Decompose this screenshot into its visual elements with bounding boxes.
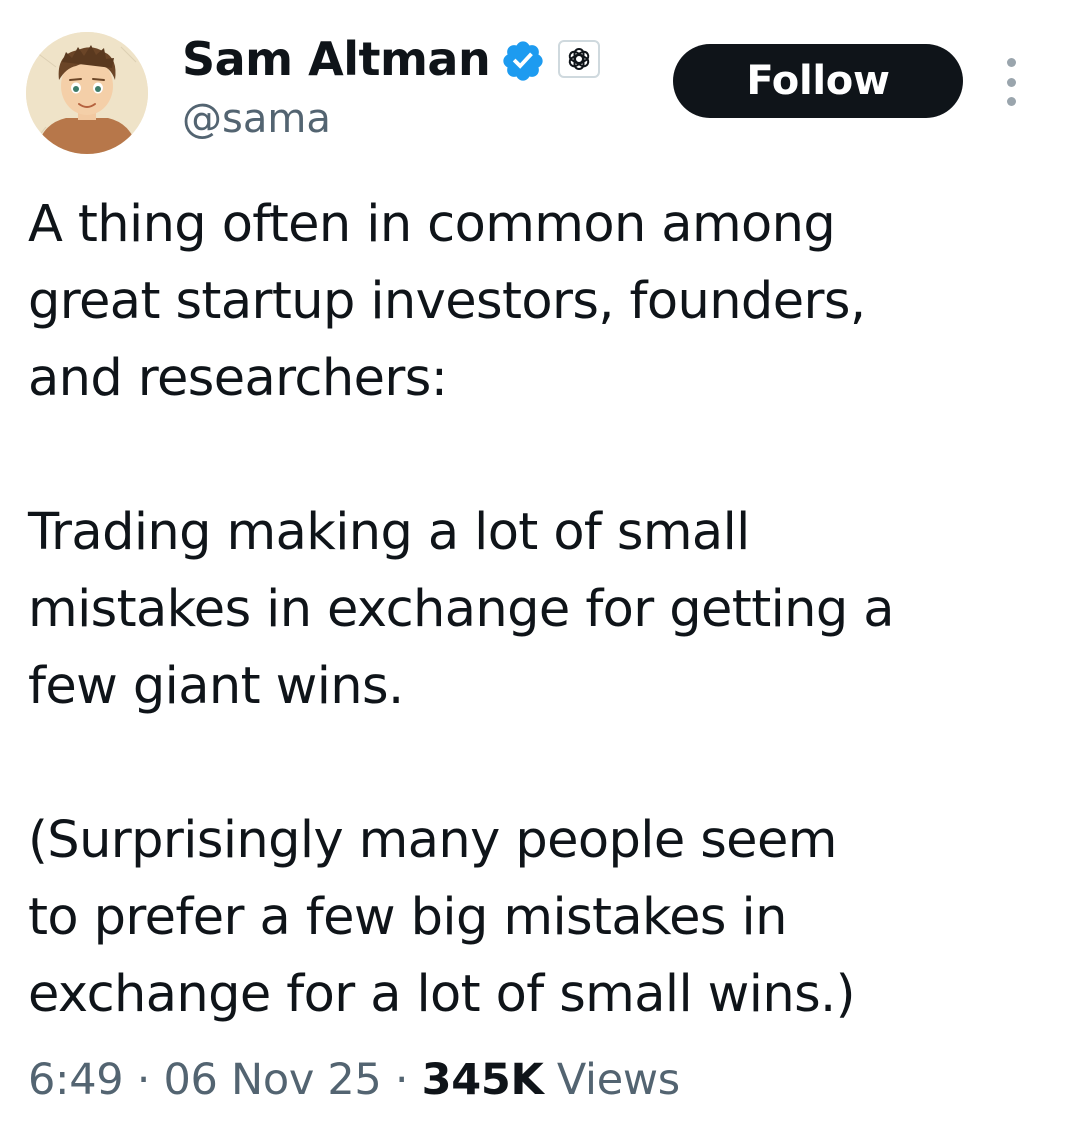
openai-logo-icon	[568, 48, 590, 70]
display-name[interactable]: Sam Altman	[182, 30, 491, 88]
openai-affiliate-badge[interactable]	[558, 40, 600, 78]
tweet-paragraph: A thing often in common among great star…	[28, 186, 1048, 417]
tweet-date[interactable]: 06 Nov 25	[164, 1055, 382, 1105]
tweet-line: great startup investors, founders,	[28, 272, 866, 331]
tweet-line: and researchers:	[28, 349, 448, 408]
tweet-line: to prefer a few big mistakes in	[28, 888, 787, 947]
tweet-line: Trading making a lot of small	[28, 503, 750, 562]
tweet-line: few giant wins.	[28, 657, 404, 716]
tweet-time[interactable]: 6:49	[28, 1055, 124, 1105]
avatar[interactable]	[26, 32, 148, 154]
tweet-line: mistakes in exchange for getting a	[28, 580, 895, 639]
tweet-line: (Surprisingly many people seem	[28, 811, 837, 870]
tweet-paragraph: (Surprisingly many people seem to prefer…	[28, 802, 1048, 1033]
views-count[interactable]: 345K	[422, 1055, 544, 1105]
follow-button[interactable]: Follow	[673, 44, 963, 118]
more-dot	[1006, 58, 1016, 67]
more-options-icon[interactable]	[996, 58, 1026, 106]
meta-separator: ·	[394, 1055, 409, 1105]
tweet-paragraph: Trading making a lot of small mistakes i…	[28, 494, 1048, 725]
tweet-line: exchange for a lot of small wins.)	[28, 965, 856, 1024]
meta-separator: ·	[136, 1055, 151, 1105]
user-handle[interactable]: @sama	[182, 92, 331, 146]
tweet-line: A thing often in common among	[28, 195, 836, 254]
verified-badge-icon[interactable]	[500, 38, 546, 84]
views-label[interactable]: Views	[557, 1055, 680, 1105]
more-dot	[1006, 97, 1016, 106]
tweet-text: A thing often in common among great star…	[28, 186, 1048, 1033]
tweet-meta: 6:49 · 06 Nov 25 · 345K Views	[28, 1050, 680, 1110]
more-dot	[1006, 77, 1016, 87]
